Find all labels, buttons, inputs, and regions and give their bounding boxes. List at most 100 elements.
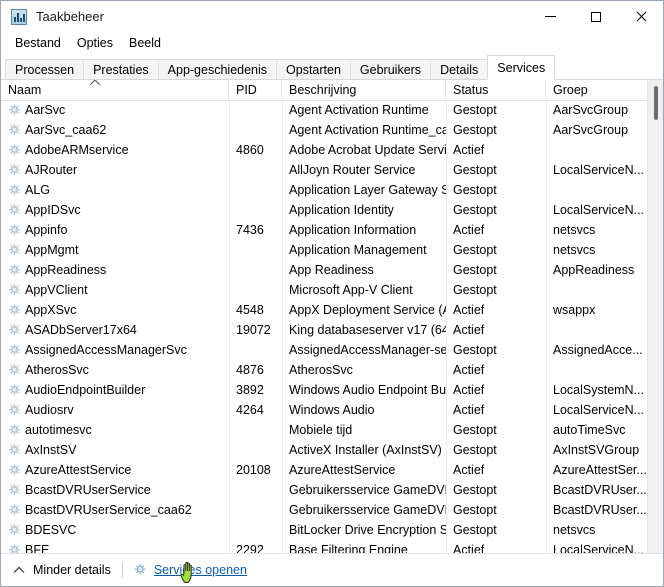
cell-pid xyxy=(229,420,282,440)
window-title: Taakbeheer xyxy=(36,9,104,24)
table-row[interactable]: AssignedAccessManagerSvc AssignedAccessMa… xyxy=(1,340,663,360)
tab-details[interactable]: Details xyxy=(430,59,489,79)
cell-groep xyxy=(546,140,649,160)
table-row[interactable]: AudioEndpointBuilder 3892 Windows Audio En… xyxy=(1,380,663,400)
gear-icon xyxy=(134,564,146,575)
cell-pid xyxy=(229,480,282,500)
tab-prestaties[interactable]: Prestaties xyxy=(83,59,159,79)
table-row[interactable]: AarSvc Agent Activation Runtime Gestopt Aar… xyxy=(1,100,663,120)
tab-app-geschiedenis[interactable]: App-geschiedenis xyxy=(157,59,278,79)
maximize-button[interactable] xyxy=(573,1,618,32)
cell-pid: 4548 xyxy=(236,303,264,317)
table-row[interactable]: AdobeARMservice 4860 Adobe Acrobat Update … xyxy=(1,140,663,160)
cell-status: Gestopt xyxy=(453,503,497,517)
menu-item-opties[interactable]: Opties xyxy=(69,34,121,52)
cell-beschrijving: ActiveX Installer (AxInstSV) xyxy=(289,443,442,457)
table-row[interactable]: BFE 2292 Base Filtering Engine Actief LocalS… xyxy=(1,540,663,553)
tab-processen[interactable]: Processen xyxy=(5,59,85,79)
cell-pid: 7436 xyxy=(236,223,264,237)
tab-services[interactable]: Services xyxy=(487,55,556,80)
minimize-button[interactable] xyxy=(528,1,573,32)
column-header-naam[interactable]: Naam xyxy=(1,80,229,100)
table-row[interactable]: BcastDVRUserService_caa62 Gebruikersservi… xyxy=(1,500,663,520)
table-row[interactable]: ALG Application Layer Gateway Service Gest… xyxy=(1,180,663,200)
cell-naam: AzureAttestService xyxy=(25,463,132,477)
cell-groep: AarSvcGroup xyxy=(553,123,629,137)
cell-beschrijving: Agent Activation Runtime_caa62 xyxy=(289,123,446,137)
table-row[interactable]: AppIDSvc Application Identity Gestopt Local… xyxy=(1,200,663,220)
table-row[interactable]: AppMgmt Application Management Gestopt nets… xyxy=(1,240,663,260)
table-row[interactable]: AzureAttestService 20108 AzureAttestServic… xyxy=(1,460,663,480)
cell-pid: 4876 xyxy=(236,363,264,377)
cell-naam: AppVClient xyxy=(25,283,88,297)
column-header-status[interactable]: Status xyxy=(446,80,546,100)
cell-pid xyxy=(229,520,282,540)
cell-naam: AtherosSvc xyxy=(25,363,89,377)
cell-groep: AssignedAcce... xyxy=(553,343,643,357)
table-row[interactable]: ASADbServer17x64 19072 King databaseserver… xyxy=(1,320,663,340)
cell-pid: 2292 xyxy=(236,543,264,553)
cell-naam: AssignedAccessManagerSvc xyxy=(25,343,187,357)
table-row[interactable]: AJRouter AllJoyn Router Service Gestopt Loc… xyxy=(1,160,663,180)
menu-bar: Bestand Opties Beeld xyxy=(1,32,663,54)
vertical-scrollbar[interactable] xyxy=(647,80,663,553)
scrollbar-thumb[interactable] xyxy=(654,86,658,120)
cell-beschrijving: AllJoyn Router Service xyxy=(289,163,416,177)
title-bar: Taakbeheer xyxy=(1,1,663,32)
table-row[interactable]: autotimesvc Mobiele tijd Gestopt autoTimeSv… xyxy=(1,420,663,440)
cell-naam: BFE xyxy=(25,543,50,553)
cell-beschrijving: App Readiness xyxy=(289,263,374,277)
less-details-button[interactable]: Minder details xyxy=(33,563,111,577)
table-row[interactable]: AarSvc_caa62 Agent Activation Runtime_caa… xyxy=(1,120,663,140)
column-header-groep[interactable]: Groep xyxy=(546,80,649,100)
open-services-link[interactable]: Services openen xyxy=(154,563,247,577)
tab-gebruikers[interactable]: Gebruikers xyxy=(349,59,432,79)
menu-item-beeld[interactable]: Beeld xyxy=(121,34,169,52)
table-row[interactable]: AtherosSvc 4876 AtherosSvc Actief xyxy=(1,360,663,380)
cell-groep xyxy=(546,320,649,340)
column-header-beschrijving[interactable]: Beschrijving xyxy=(282,80,446,100)
cell-naam: AppMgmt xyxy=(25,243,79,257)
cell-pid xyxy=(229,500,282,520)
cell-naam: AJRouter xyxy=(25,163,78,177)
cell-status: Actief xyxy=(453,143,485,157)
cell-pid: 20108 xyxy=(236,463,271,477)
services-rows: AarSvc Agent Activation Runtime Gestopt Aar… xyxy=(1,100,663,553)
cell-status: Gestopt xyxy=(453,283,497,297)
cell-beschrijving: Mobiele tijd xyxy=(289,423,353,437)
cell-beschrijving: Gebruikersservice GameDVR en uitze... xyxy=(289,483,446,497)
table-row[interactable]: BDESVC BitLocker Drive Encryption Service… xyxy=(1,520,663,540)
cell-pid: 4860 xyxy=(236,143,264,157)
table-row[interactable]: AppReadiness App Readiness Gestopt AppReadi… xyxy=(1,260,663,280)
cell-groep: LocalServiceN... xyxy=(553,203,645,217)
cell-groep: AzureAttestSer... xyxy=(553,463,647,477)
table-row[interactable]: AxInstSV ActiveX Installer (AxInstSV) Gest… xyxy=(1,440,663,460)
cell-pid: 19072 xyxy=(236,323,271,337)
cell-beschrijving: Agent Activation Runtime xyxy=(289,103,429,117)
table-row[interactable]: Appinfo 7436 Application Information Actief… xyxy=(1,220,663,240)
cell-status: Gestopt xyxy=(453,443,497,457)
table-row[interactable]: AppVClient Microsoft App-V Client Gestopt xyxy=(1,280,663,300)
table-row[interactable]: AppXSvc 4548 AppX Deployment Service (AppX… xyxy=(1,300,663,320)
services-list: Naam PID Beschrijving Status Groep AarSv… xyxy=(1,80,663,553)
cell-naam: AppIDSvc xyxy=(25,203,81,217)
status-bar-divider xyxy=(121,562,123,578)
cell-naam: Audiosrv xyxy=(25,403,74,417)
tab-opstarten[interactable]: Opstarten xyxy=(276,59,351,79)
table-row[interactable]: Audiosrv 4264 Windows Audio Actief LocalServ… xyxy=(1,400,663,420)
cell-beschrijving: Windows Audio xyxy=(289,403,375,417)
task-manager-window: Taakbeheer Bestand Opties Beeld Processe… xyxy=(0,0,664,587)
status-bar: Minder details Services openen xyxy=(1,553,663,586)
table-row[interactable]: BcastDVRUserService Gebruikersservice Gam… xyxy=(1,480,663,500)
cell-beschrijving: AzureAttestService xyxy=(289,463,396,477)
cell-groep: netsvcs xyxy=(553,243,596,257)
cell-pid: 3892 xyxy=(236,383,264,397)
cell-beschrijving: Application Layer Gateway Service xyxy=(289,183,446,197)
menu-item-bestand[interactable]: Bestand xyxy=(7,34,69,52)
close-button[interactable] xyxy=(618,1,663,32)
cell-naam: AarSvc_caa62 xyxy=(25,123,107,137)
column-header-pid[interactable]: PID xyxy=(229,80,282,100)
cell-beschrijving: Application Management xyxy=(289,243,427,257)
cell-pid xyxy=(229,160,282,180)
cell-beschrijving: AtherosSvc xyxy=(289,363,353,377)
